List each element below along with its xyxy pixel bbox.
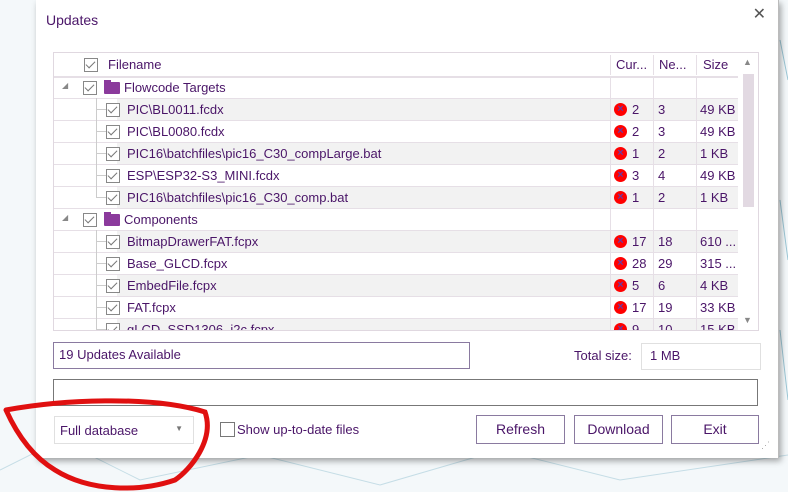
red-annotation-circle bbox=[3, 398, 210, 491]
